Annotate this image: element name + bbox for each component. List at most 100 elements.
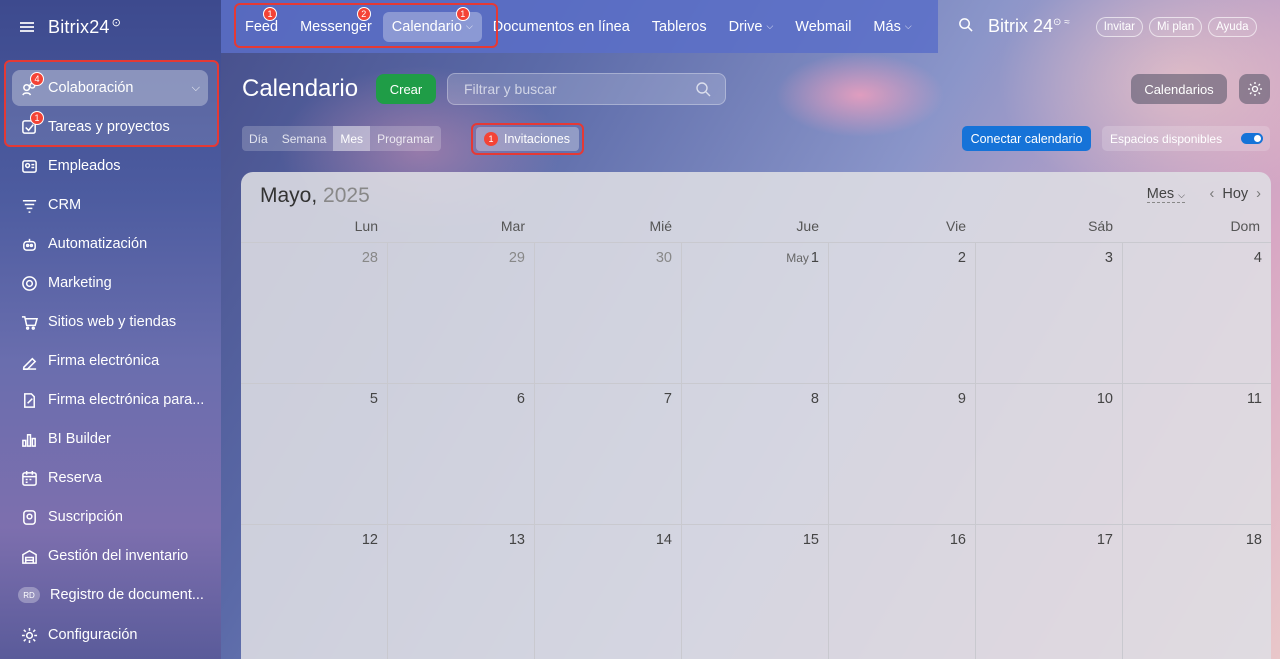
day-number: 2 — [957, 250, 966, 266]
today-button[interactable]: Hoy — [1222, 186, 1248, 202]
rd-icon: RD — [18, 587, 40, 603]
nav-más[interactable]: Más ⌵ — [862, 12, 922, 42]
sidebar-item-booking[interactable]: Reserva — [12, 460, 208, 496]
day-number: 9 — [957, 391, 966, 407]
signature-icon — [20, 352, 38, 370]
view-mes[interactable]: Mes — [333, 126, 371, 151]
day-number: 17 — [1096, 532, 1113, 548]
day-cell[interactable]: May 1 — [682, 243, 829, 384]
day-cell[interactable]: 17 — [976, 525, 1123, 659]
day-cell[interactable]: 9 — [829, 384, 976, 525]
sidebar-item-gear[interactable]: Configuración — [12, 617, 208, 653]
menu-icon[interactable] — [20, 22, 34, 32]
sidebar-item-signature[interactable]: Firma electrónica — [12, 343, 208, 379]
chevron-down-icon: ⌵ — [904, 21, 912, 31]
day-number: 1 — [810, 250, 819, 266]
sidebar-item-inventory[interactable]: Gestión del inventario — [12, 538, 208, 574]
view-semana[interactable]: Semana — [275, 126, 334, 151]
month-grid: 28 29 30 May 1 2 3 4 5 6 7 8 9 10 11 12 13 14 15 16 17 18 — [241, 242, 1271, 659]
day-cell[interactable]: 15 — [682, 525, 829, 659]
sidebar-item-rd[interactable]: RD Registro de document... — [12, 577, 208, 613]
weekday-header: Mié — [649, 218, 672, 234]
spaces-toggle[interactable] — [1241, 133, 1263, 144]
sidebar-item-subscription[interactable]: Suscripción — [12, 499, 208, 535]
nav-documentos-en-línea[interactable]: Documentos en línea — [482, 12, 641, 42]
day-cell[interactable]: 7 — [535, 384, 682, 525]
day-cell[interactable]: 28 — [241, 243, 388, 384]
collab-icon: 4 — [20, 72, 44, 97]
day-cell[interactable]: 8 — [682, 384, 829, 525]
highlight-box-topnav — [234, 3, 498, 48]
calendar-header: Mayo, 2025 Mes ⌵ ‹ Hoy › Lun Mar Mié Jue Vie… — [241, 172, 1271, 242]
invitations-button[interactable]: 1 Invitaciones — [476, 127, 579, 151]
available-spaces[interactable]: Espacios disponibles — [1102, 126, 1270, 151]
settings-button[interactable] — [1239, 74, 1270, 104]
nav-tableros[interactable]: Tableros — [641, 12, 718, 42]
month-prefix: May — [786, 251, 809, 265]
subscription-icon — [20, 508, 38, 526]
sidebar-item-tasks[interactable]: 1 Tareas y proyectos — [12, 109, 208, 145]
day-cell[interactable]: 5 — [241, 384, 388, 525]
mode-select[interactable]: Mes ⌵ — [1146, 186, 1185, 203]
sidebar-item-collab[interactable]: 4 Colaboración ⌵ — [12, 70, 208, 106]
nav-label: Documentos en línea — [492, 18, 630, 35]
chevron-down-icon[interactable]: ⌵ — [192, 82, 200, 95]
day-cell[interactable]: 29 — [388, 243, 535, 384]
sidebar-item-label: Automatización — [48, 236, 148, 252]
calendars-button[interactable]: Calendarios — [1131, 74, 1227, 104]
weekday-header: Lun — [354, 218, 378, 234]
day-cell[interactable]: 14 — [535, 525, 682, 659]
day-cell[interactable]: 3 — [976, 243, 1123, 384]
nav-label: Webmail — [795, 18, 852, 35]
marketing-icon — [20, 274, 38, 292]
sidebar-badge: 4 — [30, 72, 44, 86]
sidebar-item-marketing[interactable]: Marketing — [12, 265, 208, 301]
top-right-bar: Bitrix 24⊙ ≈ Invitar Mi plan Ayuda — [938, 0, 1280, 53]
day-number: 4 — [1253, 250, 1262, 266]
brand-logo[interactable]: Bitrix 24⊙ ≈ — [988, 16, 1070, 37]
sidebar-item-crm[interactable]: CRM — [12, 187, 208, 223]
sidebar-item-label: Gestión del inventario — [48, 548, 189, 564]
nav-drive[interactable]: Drive ⌵ — [718, 12, 785, 42]
view-programar[interactable]: Programar — [370, 126, 441, 151]
create-button[interactable]: Crear — [376, 74, 436, 104]
day-cell[interactable]: 6 — [388, 384, 535, 525]
weekday-header: Vie — [946, 218, 966, 234]
search-input[interactable]: Filtrar y buscar — [447, 73, 726, 105]
sidebar-item-label: Empleados — [48, 158, 121, 174]
sidebar-item-sign-doc[interactable]: Firma electrónica para... — [12, 382, 208, 418]
day-number: 13 — [508, 532, 525, 548]
sidebar-item-employees[interactable]: Empleados — [12, 148, 208, 184]
day-number: 7 — [663, 391, 672, 407]
next-arrow-icon[interactable]: › — [1256, 186, 1261, 202]
sidebar-item-label: Colaboración — [48, 80, 134, 96]
sidebar-item-label: Suscripción — [48, 509, 123, 525]
sidebar-item-chart[interactable]: BI Builder — [12, 421, 208, 457]
day-number: 5 — [369, 391, 378, 407]
view-día[interactable]: Día — [242, 126, 275, 151]
invite-button[interactable]: Invitar — [1095, 16, 1144, 37]
weekday-header: Sáb — [1088, 218, 1113, 234]
day-cell[interactable]: 11 — [1123, 384, 1271, 525]
day-number: 10 — [1096, 391, 1113, 407]
search-icon[interactable] — [958, 17, 978, 37]
gear-icon — [1247, 82, 1262, 96]
day-cell[interactable]: 12 — [241, 525, 388, 659]
nav-webmail[interactable]: Webmail — [784, 12, 862, 42]
cart-icon — [20, 313, 38, 331]
sidebar-item-cart[interactable]: Sitios web y tiendas — [12, 304, 208, 340]
day-cell[interactable]: 2 — [829, 243, 976, 384]
my-plan-button[interactable]: Mi plan — [1149, 16, 1203, 37]
sidebar-item-automation[interactable]: Automatización — [12, 226, 208, 262]
day-cell[interactable]: 30 — [535, 243, 682, 384]
connect-calendar-button[interactable]: Conectar calendario — [962, 126, 1091, 151]
day-cell[interactable]: 16 — [829, 525, 976, 659]
day-cell[interactable]: 18 — [1123, 525, 1271, 659]
nav-label: Tableros — [651, 18, 707, 35]
help-button[interactable]: Ayuda — [1208, 16, 1257, 37]
day-cell[interactable]: 10 — [976, 384, 1123, 525]
prev-arrow-icon[interactable]: ‹ — [1210, 186, 1215, 202]
logo[interactable]: Bitrix24 ⊙ — [48, 16, 121, 38]
day-cell[interactable]: 4 — [1123, 243, 1271, 384]
day-cell[interactable]: 13 — [388, 525, 535, 659]
